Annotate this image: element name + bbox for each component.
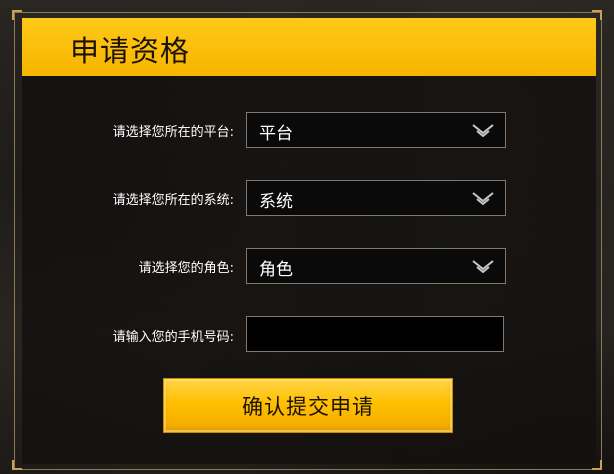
corner-ornament <box>12 10 22 20</box>
role-row: 请选择您的角色: 角色 <box>0 248 614 284</box>
chevron-down-icon <box>472 124 494 138</box>
page-title: 申请资格 <box>70 34 191 68</box>
platform-row: 请选择您所在的平台: 平台 <box>0 112 614 148</box>
chevron-down-icon <box>472 260 494 274</box>
role-select-value: 角色 <box>259 260 293 280</box>
role-label: 请选择您的角色: <box>138 261 234 276</box>
system-row: 请选择您所在的系统: 系统 <box>0 180 614 216</box>
role-select[interactable]: 角色 <box>246 248 506 284</box>
system-select[interactable]: 系统 <box>246 180 506 216</box>
platform-select-value: 平台 <box>259 124 293 144</box>
corner-ornament <box>12 460 22 470</box>
phone-row: 请输入您的手机号码: <box>0 316 614 352</box>
platform-label: 请选择您所在的平台: <box>112 125 234 140</box>
phone-input[interactable] <box>246 316 504 352</box>
chevron-down-icon <box>472 192 494 206</box>
system-label: 请选择您所在的系统: <box>112 193 234 208</box>
system-select-value: 系统 <box>259 192 293 212</box>
phone-label: 请输入您的手机号码: <box>112 330 234 345</box>
header-bar: 申请资格 <box>22 18 596 76</box>
platform-select[interactable]: 平台 <box>246 112 506 148</box>
submit-button[interactable]: 确认提交申请 <box>163 378 453 433</box>
submit-button-label: 确认提交申请 <box>242 395 374 419</box>
